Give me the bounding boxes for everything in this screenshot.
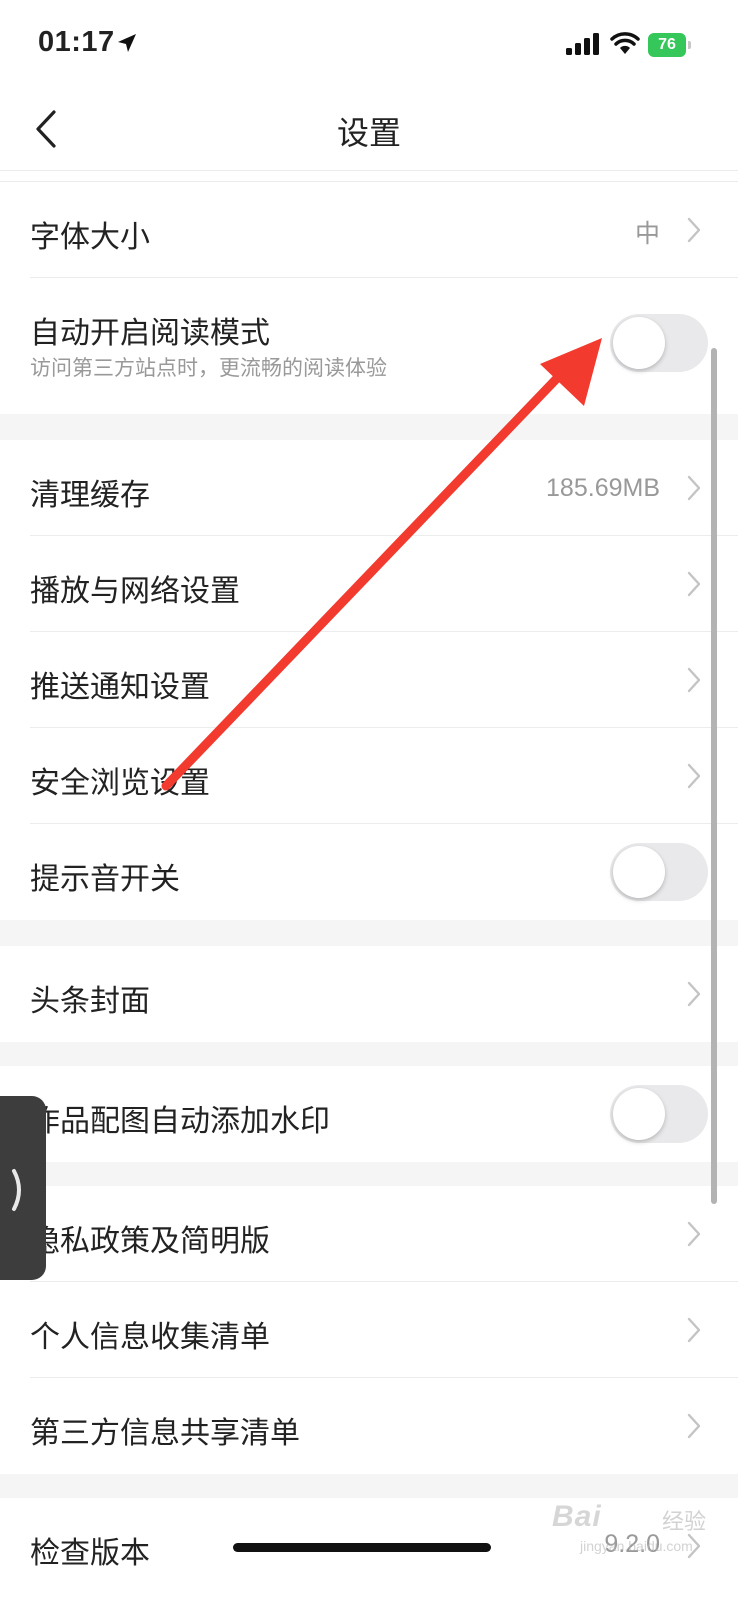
chevron-right-icon [687, 667, 701, 693]
partial-row [0, 171, 738, 182]
auto-reading-mode-toggle[interactable] [610, 314, 708, 372]
row-value: 中 [634, 219, 660, 248]
page-title: 设置 [336, 114, 401, 152]
row-label: 推送通知设置 [30, 670, 210, 705]
row-auto-watermark: 作品配图自动添加水印 [0, 1066, 738, 1162]
signal-bars-icon [566, 33, 600, 59]
row-push-notifications[interactable]: 推送通知设置 [0, 632, 738, 728]
row-headline-cover[interactable]: 头条封面 [0, 946, 738, 1042]
row-personal-info-list[interactable]: 个人信息收集清单 [0, 1282, 738, 1378]
row-label: 检查版本 [30, 1536, 150, 1571]
chevron-right-icon [687, 981, 701, 1007]
row-sublabel: 访问第三方站点时，更流畅的阅读体验 [30, 356, 387, 380]
row-label: 自动开启阅读模式 [30, 316, 270, 351]
watermark-logo: Bai [552, 1500, 602, 1533]
watermark-url: jingyan.baidu.com [580, 1538, 693, 1554]
battery-icon: 76 [648, 33, 692, 57]
auto-watermark-toggle[interactable] [610, 1085, 708, 1143]
chevron-right-icon [687, 1221, 701, 1247]
row-label: 字体大小 [30, 220, 150, 255]
row-label: 播放与网络设置 [30, 574, 240, 609]
row-clear-cache[interactable]: 清理缓存 185.69MB [0, 440, 738, 536]
chevron-right-icon [687, 571, 701, 597]
row-label: 个人信息收集清单 [30, 1320, 270, 1355]
floating-expand-icon [12, 1169, 21, 1211]
location-arrow-icon [116, 32, 138, 58]
settings-group-display: 字体大小 中 自动开启阅读模式 访问第三方站点时，更流畅的阅读体验 [0, 182, 738, 414]
row-label: 安全浏览设置 [30, 766, 210, 801]
watermark-suffix: 经验 [662, 1510, 707, 1535]
chevron-right-icon [687, 217, 701, 243]
settings-group-general: 清理缓存 185.69MB 播放与网络设置 推送通知设置 安全浏览设置 提示音开… [0, 440, 738, 920]
row-auto-reading-mode: 自动开启阅读模式 访问第三方站点时，更流畅的阅读体验 [0, 278, 738, 414]
row-label: 清理缓存 [30, 478, 150, 513]
row-label: 提示音开关 [30, 862, 180, 897]
row-label: 头条封面 [30, 984, 150, 1019]
status-time: 01:17 [38, 26, 115, 58]
chevron-right-icon [687, 1413, 701, 1439]
settings-group-watermark: 作品配图自动添加水印 [0, 1066, 738, 1162]
row-privacy-policy[interactable]: 隐私政策及简明版 [0, 1186, 738, 1282]
row-playback-network[interactable]: 播放与网络设置 [0, 536, 738, 632]
chevron-right-icon [687, 763, 701, 789]
sound-toggle[interactable] [610, 843, 708, 901]
chevron-right-icon [687, 475, 701, 501]
row-value: 185.69MB [546, 474, 660, 502]
scrollbar[interactable] [711, 348, 717, 1204]
baidu-jingyan-watermark: Bai 经验 jingyan.baidu.com [552, 1492, 732, 1572]
row-sound-switch: 提示音开关 [0, 824, 738, 920]
settings-group-cover: 头条封面 [0, 946, 738, 1042]
chevron-right-icon [687, 1317, 701, 1343]
floating-side-tab[interactable] [0, 1096, 46, 1280]
row-font-size[interactable]: 字体大小 中 [0, 182, 738, 278]
home-indicator [233, 1543, 491, 1552]
battery-level: 76 [658, 36, 676, 53]
wifi-icon [610, 31, 640, 59]
settings-group-privacy: 隐私政策及简明版 个人信息收集清单 第三方信息共享清单 [0, 1186, 738, 1474]
row-label: 隐私政策及简明版 [30, 1224, 270, 1259]
row-third-party-sharing[interactable]: 第三方信息共享清单 [0, 1378, 738, 1474]
nav-bar: 设置 [0, 88, 738, 171]
row-label: 作品配图自动添加水印 [30, 1104, 330, 1139]
row-label: 第三方信息共享清单 [30, 1416, 300, 1451]
status-bar: 01:17 76 [0, 0, 738, 88]
row-safe-browsing[interactable]: 安全浏览设置 [0, 728, 738, 824]
